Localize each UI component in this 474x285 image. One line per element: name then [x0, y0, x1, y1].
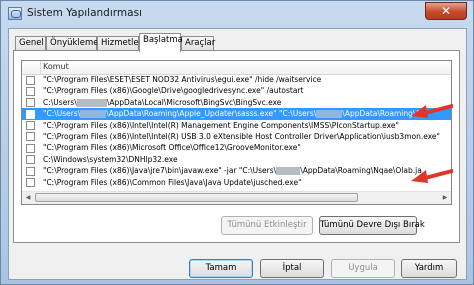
title-bar[interactable]: Sistem Yapılandırması ✕ — [1, 1, 473, 27]
row-command: "C:\Program Files\ESET\ESET NOD32 Antivi… — [43, 75, 322, 84]
row-checkbox[interactable] — [26, 98, 35, 108]
red-arrow-icon — [411, 169, 453, 183]
row-command: "C:\Program Files (x86)\Intel\Intel(R) U… — [43, 131, 440, 141]
scrollbar-thumb[interactable] — [35, 193, 358, 202]
row-command-part: \AppData\Roaming\Apple_Updater\sasss.exe… — [106, 109, 317, 119]
tab-boot[interactable]: Önyükleme — [46, 36, 99, 50]
row-checkbox[interactable] — [26, 155, 35, 165]
scroll-right-arrow-icon[interactable]: ▶ — [439, 192, 451, 203]
tab-startup[interactable]: Başlatma — [139, 33, 183, 52]
checkbox-column-header[interactable] — [22, 61, 41, 74]
tab-tools[interactable]: Araçlar — [181, 36, 215, 50]
redacted-username — [276, 167, 301, 176]
row-command-part: "C:\Users\ — [43, 109, 81, 119]
row-checkbox[interactable] — [26, 75, 35, 85]
row-command-part: C:\Users\ — [43, 97, 77, 107]
row-command: "C:\Program Files (x86)\Intel\Intel(R) M… — [43, 120, 399, 130]
list-row[interactable]: C:\Windows\system32\DNHlp32.exe — [22, 154, 451, 165]
tab-general[interactable]: Genel — [15, 36, 46, 50]
row-command: "C:\Program Files (x86)\Common Files\Jav… — [43, 177, 302, 187]
column-header-command[interactable]: Komut — [43, 62, 69, 71]
row-command: "C:\Program Files (x86)\Java\jre7\bin\ja… — [43, 165, 422, 176]
row-checkbox[interactable] — [26, 109, 35, 119]
list-rows: "C:\Program Files\ESET\ESET NOD32 Antivi… — [22, 74, 451, 188]
row-command-part: "C:\Program Files (x86)\Java\jre7\bin\ja… — [43, 166, 277, 176]
system-configuration-icon — [8, 7, 22, 20]
row-checkbox[interactable] — [26, 132, 35, 142]
list-row[interactable]: "C:\Program Files (x86)\Google\Drive\goo… — [22, 85, 451, 96]
list-row[interactable]: "C:\Program Files (x86)\Intel\Intel(R) U… — [22, 131, 451, 142]
close-button[interactable]: ✕ — [425, 2, 467, 20]
row-checkbox[interactable] — [26, 178, 35, 188]
list-header: Komut — [22, 61, 451, 75]
disable-all-button[interactable]: Tümünü Devre Dışı Bırak — [319, 216, 425, 235]
horizontal-scrollbar[interactable]: ◀ ▶ — [22, 191, 451, 204]
redacted-username — [76, 98, 107, 107]
list-row[interactable]: "C:\Program Files (x86)\Microsoft Office… — [22, 142, 451, 153]
help-button[interactable]: Yardım — [401, 259, 457, 278]
list-row[interactable]: "C:\Program Files\ESET\ESET NOD32 Antivi… — [22, 74, 451, 85]
list-row-selected[interactable]: "C:\Users\ \AppData\Roaming\Apple_Updater… — [22, 108, 451, 120]
row-command-part: \AppData\Local\Microsoft\BingSvc\BingSvc… — [106, 97, 282, 107]
system-configuration-window: Sistem Yapılandırması ✕ Genel Önyükleme … — [0, 0, 474, 285]
row-checkbox[interactable] — [26, 121, 35, 131]
scroll-left-arrow-icon[interactable]: ◀ — [22, 192, 34, 203]
list-row[interactable]: "C:\Program Files (x86)\Intel\Intel(R) M… — [22, 120, 451, 131]
cancel-button[interactable]: İptal — [260, 259, 324, 278]
list-row[interactable]: C:\Users\ \AppData\Local\Microsoft\BingSv… — [22, 97, 451, 108]
tab-services[interactable]: Hizmetler — [97, 36, 142, 50]
startup-items-list[interactable]: Komut "C:\Program Files\ESET\ESET NOD32 … — [21, 60, 452, 205]
window-title: Sistem Yapılandırması — [27, 7, 142, 19]
row-command: "C:\Users\ \AppData\Roaming\Apple_Updater… — [43, 108, 425, 119]
ok-button[interactable]: Tamam — [189, 259, 253, 278]
row-command: C:\Windows\system32\DNHlp32.exe — [43, 154, 178, 164]
startup-tab-panel: Komut "C:\Program Files\ESET\ESET NOD32 … — [13, 50, 460, 243]
list-row[interactable]: "C:\Program Files (x86)\Common Files\Jav… — [22, 177, 451, 188]
dialog-client-area: Genel Önyükleme Hizmetler Başlatma Araçl… — [8, 28, 467, 280]
redacted-username — [316, 110, 343, 119]
row-command: "C:\Program Files (x86)\Microsoft Office… — [43, 143, 301, 153]
row-checkbox[interactable] — [26, 86, 35, 96]
row-command: C:\Users\ \AppData\Local\Microsoft\BingSv… — [43, 97, 281, 108]
row-command: "C:\Program Files (x86)\Google\Drive\goo… — [43, 86, 304, 96]
enable-all-button[interactable]: Tümünü Etkinleştir — [221, 216, 313, 235]
row-command-part: \AppData\Roaming\Nqae\Olab.ja — [300, 166, 422, 176]
list-row[interactable]: "C:\Program Files (x86)\Java\jre7\bin\ja… — [22, 165, 451, 176]
apply-button[interactable]: Uygula — [331, 259, 395, 278]
row-checkbox[interactable] — [26, 143, 35, 153]
row-checkbox[interactable] — [26, 166, 35, 176]
redacted-username — [80, 110, 107, 119]
red-arrow-icon — [411, 104, 453, 118]
